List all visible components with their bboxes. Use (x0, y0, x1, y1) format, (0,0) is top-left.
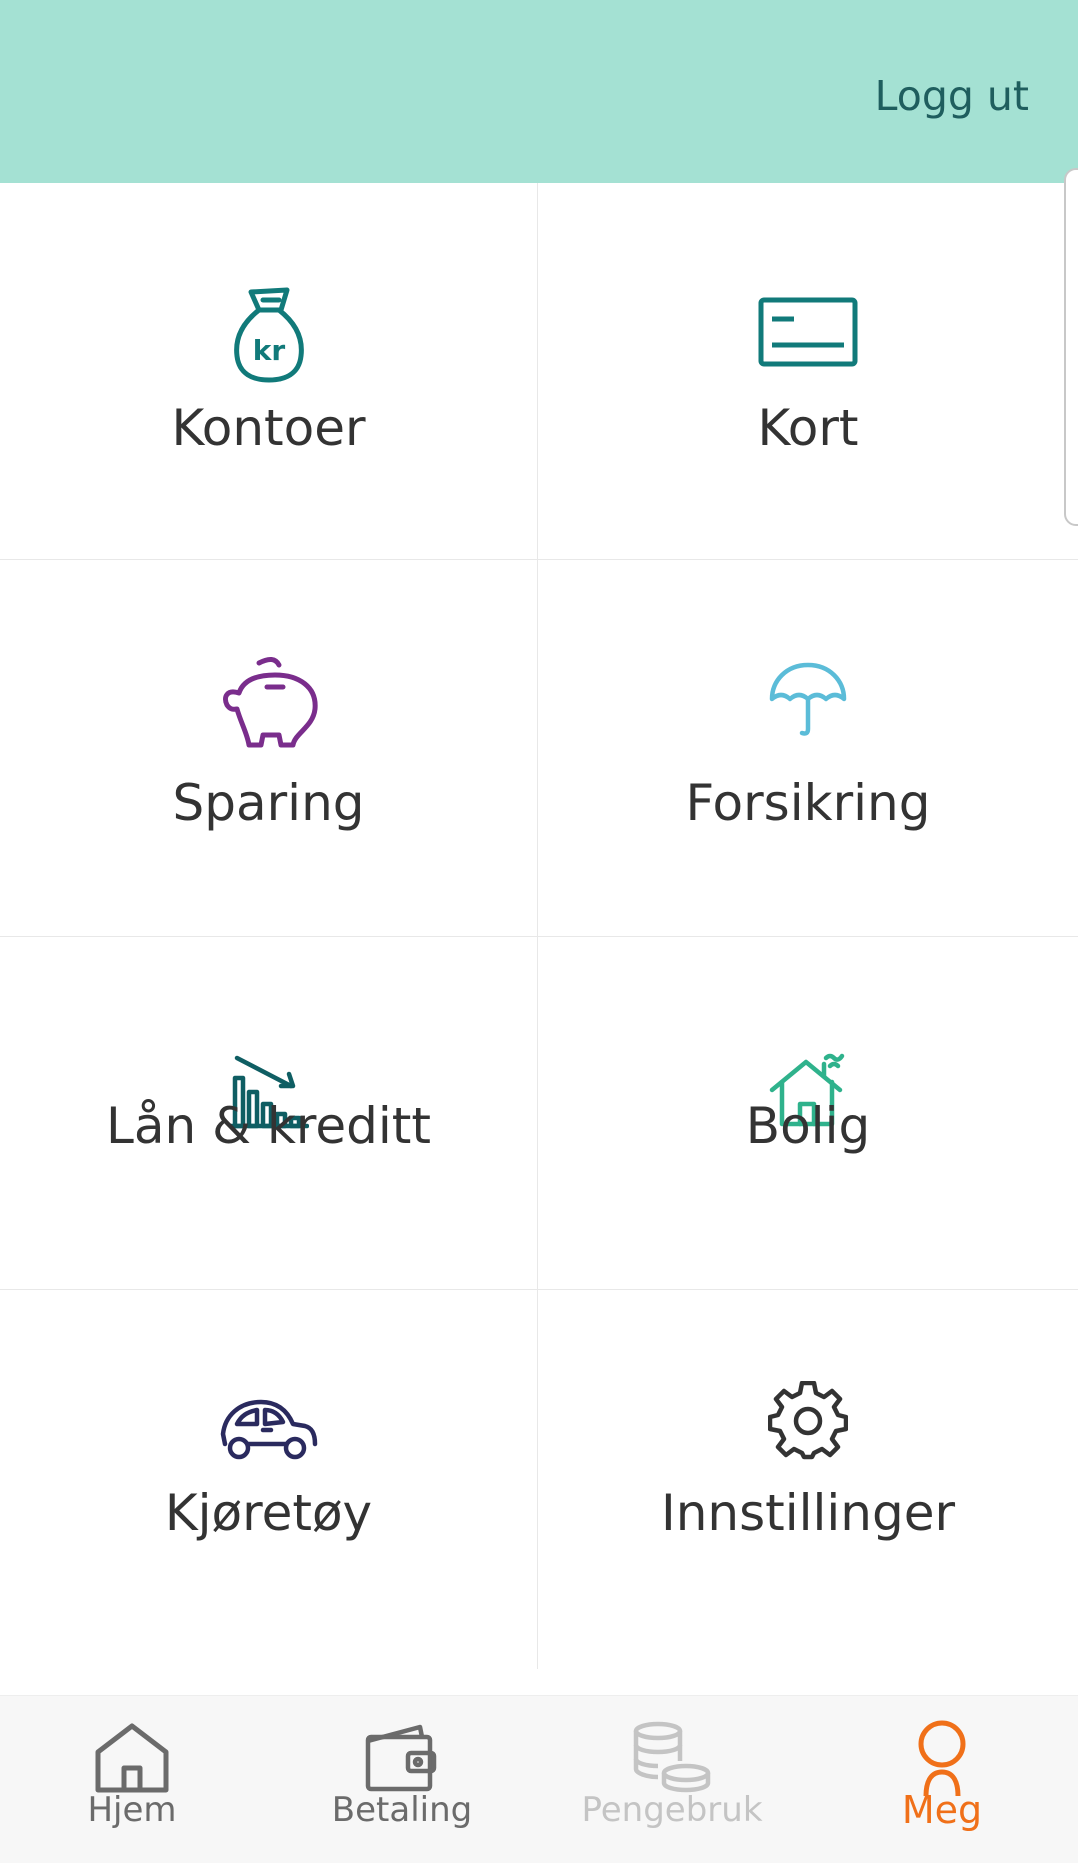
menu-tile-label: Bolig (745, 1097, 871, 1155)
menu-tile-laan-kreditt[interactable]: Lån & kreditt (0, 937, 538, 1290)
menu-tile-kort[interactable]: Kort (538, 183, 1078, 560)
tab-label: Betaling (331, 1790, 473, 1830)
umbrella-icon (753, 644, 863, 754)
top-bar: Logg ut (0, 0, 1078, 183)
menu-tile-label: Kort (757, 399, 859, 457)
coins-icon (632, 1718, 712, 1798)
menu-tile-kontoer[interactable]: kr Kontoer (0, 183, 538, 560)
tab-pengebruk[interactable]: Pengebruk (572, 1696, 772, 1863)
menu-tile-label: Kontoer (171, 399, 366, 457)
menu-tile-label: Forsikring (685, 774, 931, 832)
menu-tile-label: Sparing (172, 774, 365, 832)
menu-tile-innstillinger[interactable]: Innstillinger (538, 1290, 1078, 1669)
home-icon (92, 1718, 172, 1798)
bottom-tab-bar: Hjem Betaling Pengebruk Meg (0, 1695, 1078, 1863)
menu-tile-forsikring[interactable]: Forsikring (538, 560, 1078, 937)
wallet-icon (362, 1718, 442, 1798)
gear-icon (753, 1366, 863, 1476)
person-icon (902, 1718, 982, 1798)
tab-betaling[interactable]: Betaling (302, 1696, 502, 1863)
card-icon (753, 277, 863, 387)
tab-label: Hjem (87, 1790, 177, 1830)
svg-text:kr: kr (252, 334, 285, 367)
tab-meg[interactable]: Meg (842, 1696, 1042, 1863)
piggy-bank-icon (214, 644, 324, 754)
menu-tile-kjoretoy[interactable]: Kjøretøy (0, 1290, 538, 1669)
app-screen: Logg ut kr Kontoer Kort Sparing Forsikri… (0, 0, 1078, 1863)
menu-tile-sparing[interactable]: Sparing (0, 560, 538, 937)
car-icon (214, 1376, 324, 1486)
menu-tile-label: Innstillinger (660, 1484, 956, 1542)
tab-label: Meg (901, 1788, 983, 1832)
tab-hjem[interactable]: Hjem (32, 1696, 232, 1863)
menu-tile-label: Lån & kreditt (106, 1097, 431, 1155)
logout-button[interactable]: Logg ut (875, 72, 1029, 120)
menu-tile-bolig[interactable]: Bolig (538, 937, 1078, 1290)
money-bag-icon: kr (214, 279, 324, 389)
tab-label: Pengebruk (581, 1790, 763, 1830)
menu-tile-label: Kjøretøy (164, 1484, 373, 1542)
menu-grid: kr Kontoer Kort Sparing Forsikring Lån &… (0, 183, 1078, 1669)
